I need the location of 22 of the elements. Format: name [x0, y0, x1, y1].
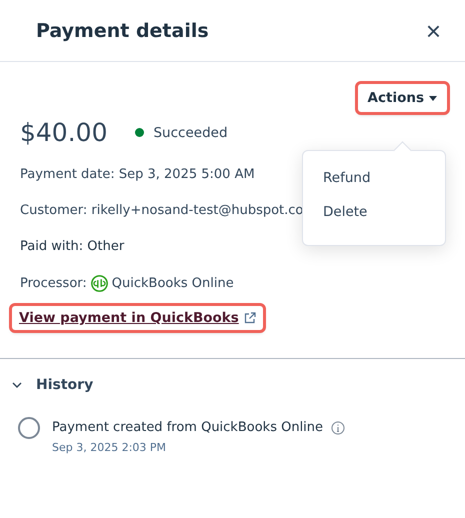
- status-label: Succeeded: [153, 124, 228, 140]
- view-payment-link[interactable]: View payment in QuickBooks: [12, 306, 263, 330]
- menu-item[interactable]: Refund: [303, 161, 445, 195]
- detail-text: Payment date: Sep 3, 2025 5:00 AM: [20, 167, 255, 182]
- payment-amount: $40.00: [20, 118, 108, 147]
- chevron-icon: [12, 382, 22, 388]
- event-time: Sep 3, 2025 2:03 PM: [52, 441, 168, 454]
- external-link-icon: [244, 312, 256, 324]
- processor-name: QuickBooks Online: [112, 276, 234, 291]
- panel-title: Payment details: [36, 20, 209, 42]
- event-text: Payment created from QuickBooks Online: [52, 420, 324, 435]
- detail-text: Paid with: Other: [20, 239, 124, 254]
- timeline-circle-icon: [18, 417, 40, 439]
- caret-icon: [429, 96, 437, 100]
- actions-button[interactable]: Actions: [358, 84, 447, 112]
- close-button[interactable]: ×: [422, 18, 445, 44]
- detail-label: Processor:: [20, 276, 87, 291]
- info-icon[interactable]: [331, 420, 346, 434]
- quickbooks-logo-icon: [90, 275, 108, 292]
- detail-text: Customer: rikelly+nosand-test@hubspot.co: [20, 203, 304, 218]
- menu-item[interactable]: Delete: [303, 195, 445, 229]
- history-toggle[interactable]: History: [12, 377, 94, 393]
